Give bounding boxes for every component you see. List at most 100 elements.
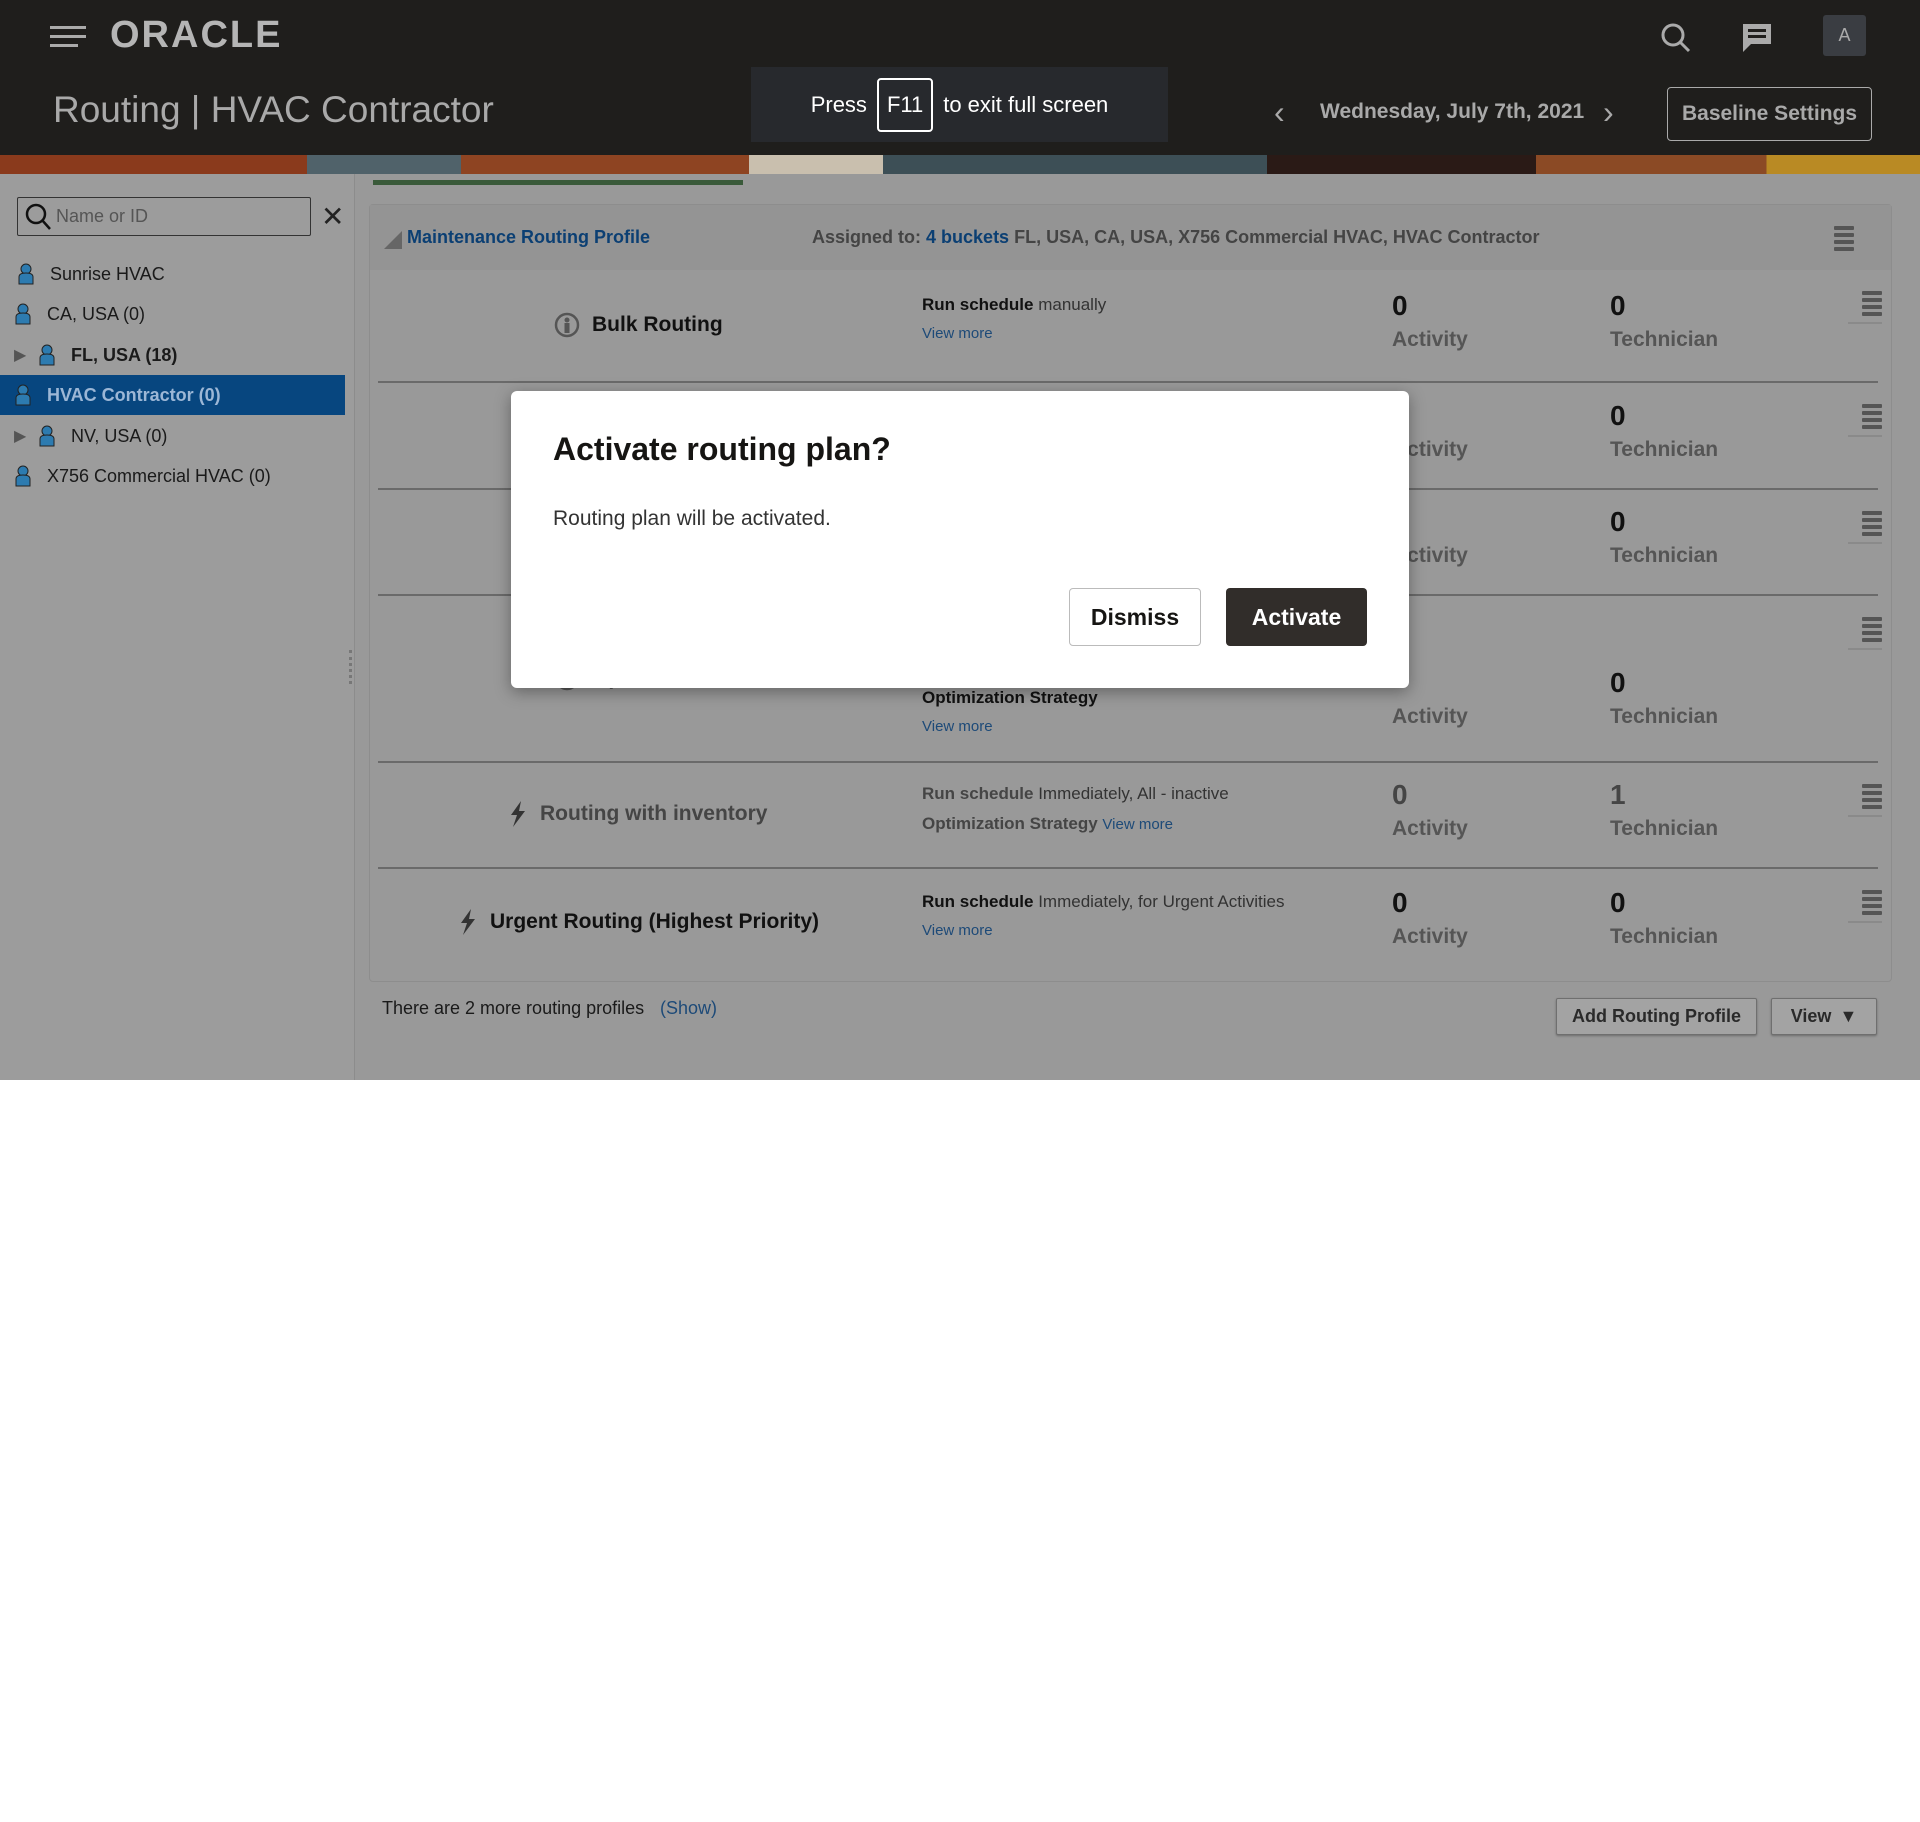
view-more-link[interactable]: View more xyxy=(922,325,993,342)
view-more-link[interactable]: View more xyxy=(922,922,993,939)
dismiss-button[interactable]: Dismiss xyxy=(1069,588,1201,646)
activate-button[interactable]: Activate xyxy=(1226,588,1367,646)
hamburger-menu-icon[interactable] xyxy=(50,26,86,48)
view-more-link[interactable]: View more xyxy=(1102,816,1173,833)
row-menu-icon[interactable] xyxy=(1848,508,1882,544)
activity-count: 0 xyxy=(1392,779,1408,810)
next-date-chevron-icon[interactable]: › xyxy=(1603,94,1614,131)
technician-label: Technician xyxy=(1610,925,1719,948)
technician-label: Technician xyxy=(1610,817,1719,840)
dialog-body: Routing plan will be activated. xyxy=(553,507,831,530)
clear-search-icon[interactable]: ✕ xyxy=(321,200,344,233)
view-dropdown-button[interactable]: View ▼ xyxy=(1771,998,1877,1035)
bucket-person-icon xyxy=(15,303,31,325)
bucket-person-icon xyxy=(15,465,31,487)
bucket-person-icon xyxy=(15,384,31,406)
schedule-value: manually xyxy=(1038,294,1107,314)
technician-count: 0 xyxy=(1610,289,1626,321)
oracle-logo: ORACLE xyxy=(110,14,283,56)
search-input[interactable]: Name or ID xyxy=(17,197,311,236)
row-title[interactable]: Routing with inventory xyxy=(508,801,767,827)
activity-label: Activity xyxy=(1392,327,1468,351)
lightning-icon xyxy=(511,801,525,827)
optimization-strategy: Optimization Strategy View more xyxy=(922,814,1173,834)
sidebar: Name or ID ✕ Sunrise HVAC CA, USA (0) ▶ FL,… xyxy=(0,174,355,1080)
tree-item[interactable]: Sunrise HVAC xyxy=(0,254,345,294)
caret-down-icon: ▼ xyxy=(1839,1006,1858,1026)
schedule-label: Run schedule xyxy=(922,784,1034,803)
search-placeholder: Name or ID xyxy=(56,206,149,226)
profile-menu-icon[interactable] xyxy=(1820,223,1854,259)
row-title-text: Urgent Routing (Highest Priority) xyxy=(490,910,819,933)
bucket-person-icon xyxy=(39,425,55,447)
decorative-banner xyxy=(0,155,1920,174)
tree-item[interactable]: CA, USA (0) xyxy=(0,294,345,334)
view-label: View xyxy=(1790,1006,1832,1026)
search-icon xyxy=(25,203,51,230)
row-menu-icon[interactable] xyxy=(1848,401,1882,437)
routing-row: Urgent Routing (Highest Priority) Run sch… xyxy=(378,869,1882,979)
avatar[interactable]: A xyxy=(1823,15,1866,56)
technician-count: 0 xyxy=(1610,399,1626,431)
technician-label: Technician xyxy=(1610,704,1719,728)
technician-label: Technician xyxy=(1610,327,1719,351)
assigned-buckets: FL, USA, CA, USA, X756 Commercial HVAC, … xyxy=(1014,227,1540,247)
schedule-label: Optimization Strategy xyxy=(922,687,1098,707)
bucket-person-icon xyxy=(39,344,55,366)
tree-item-label: CA, USA (0) xyxy=(47,303,146,324)
chat-icon[interactable] xyxy=(1741,22,1773,56)
fullscreen-notice: Press F11 to exit full screen xyxy=(751,67,1168,142)
tree-item[interactable]: X756 Commercial HVAC (0) xyxy=(0,456,345,496)
bucket-person-icon xyxy=(18,263,34,285)
routing-row: Bulk Routing Run schedule manually View mo… xyxy=(378,270,1882,383)
avatar-letter: A xyxy=(1838,25,1851,45)
expand-arrow-icon[interactable]: ▶ xyxy=(14,345,26,365)
buckets-link[interactable]: 4 buckets xyxy=(926,227,1009,247)
schedule-label: Run schedule xyxy=(922,892,1034,911)
row-title-text: Bulk Routing xyxy=(592,312,723,336)
schedule-value: Immediately, All - inactive xyxy=(1038,784,1229,803)
run-schedule: Run schedule Immediately, All - inactive xyxy=(922,784,1229,804)
tree-item-label: X756 Commercial HVAC (0) xyxy=(47,465,271,486)
tree-item-label: NV, USA (0) xyxy=(71,425,168,446)
more-profiles-text: There are 2 more routing profiles xyxy=(382,998,645,1018)
run-schedule: Run schedule Immediately, for Urgent Act… xyxy=(922,892,1284,912)
run-schedule: Run schedule manually xyxy=(922,295,1106,315)
row-title[interactable]: Bulk Routing xyxy=(554,312,723,338)
baseline-settings-button[interactable]: Baseline Settings xyxy=(1667,87,1872,141)
app-header: ORACLE Routing | HVAC Contractor Press F… xyxy=(0,0,1920,155)
dialog-title: Activate routing plan? xyxy=(553,431,891,467)
tree-item-label: HVAC Contractor (0) xyxy=(47,384,221,405)
run-schedule: Optimization Strategy xyxy=(922,688,1098,708)
search-icon[interactable] xyxy=(1660,22,1692,54)
row-menu-icon[interactable] xyxy=(1848,781,1882,817)
row-menu-icon[interactable] xyxy=(1848,887,1882,923)
schedule-label: Run schedule xyxy=(922,294,1034,314)
tree-item-label: Sunrise HVAC xyxy=(50,263,165,284)
activate-dialog: Activate routing plan? Routing plan will… xyxy=(511,391,1409,688)
collapse-triangle-icon[interactable] xyxy=(384,231,402,249)
tree-item[interactable]: ▶ NV, USA (0) xyxy=(0,416,345,456)
add-routing-profile-button[interactable]: Add Routing Profile xyxy=(1556,998,1757,1035)
assigned-label: Assigned to: xyxy=(812,227,922,247)
tree-item[interactable]: HVAC Contractor (0) xyxy=(0,375,345,415)
tree-item[interactable]: ▶ FL, USA (18) xyxy=(0,335,345,375)
progress-bar xyxy=(373,180,743,185)
row-title-text: Routing with inventory xyxy=(540,802,768,825)
profile-title-link[interactable]: Maintenance Routing Profile xyxy=(407,227,650,248)
view-more-link[interactable]: View more xyxy=(922,718,993,735)
row-menu-icon[interactable] xyxy=(1848,614,1882,650)
lightning-icon xyxy=(461,909,475,935)
resize-handle[interactable] xyxy=(349,650,352,684)
expand-arrow-icon[interactable]: ▶ xyxy=(14,426,26,446)
activity-label: Activity xyxy=(1392,925,1468,948)
fullscreen-suffix: to exit full screen xyxy=(943,91,1109,117)
fullscreen-prefix: Press xyxy=(810,91,867,117)
strategy-label: Optimization Strategy xyxy=(922,814,1098,833)
routing-row: Routing with inventory Run schedule Immed… xyxy=(378,763,1882,869)
row-menu-icon[interactable] xyxy=(1848,288,1882,324)
prev-date-chevron-icon[interactable]: ‹ xyxy=(1274,94,1285,131)
show-more-link[interactable]: (Show) xyxy=(660,998,717,1019)
row-title[interactable]: Urgent Routing (Highest Priority) xyxy=(458,909,819,935)
activity-count: 0 xyxy=(1392,289,1408,321)
